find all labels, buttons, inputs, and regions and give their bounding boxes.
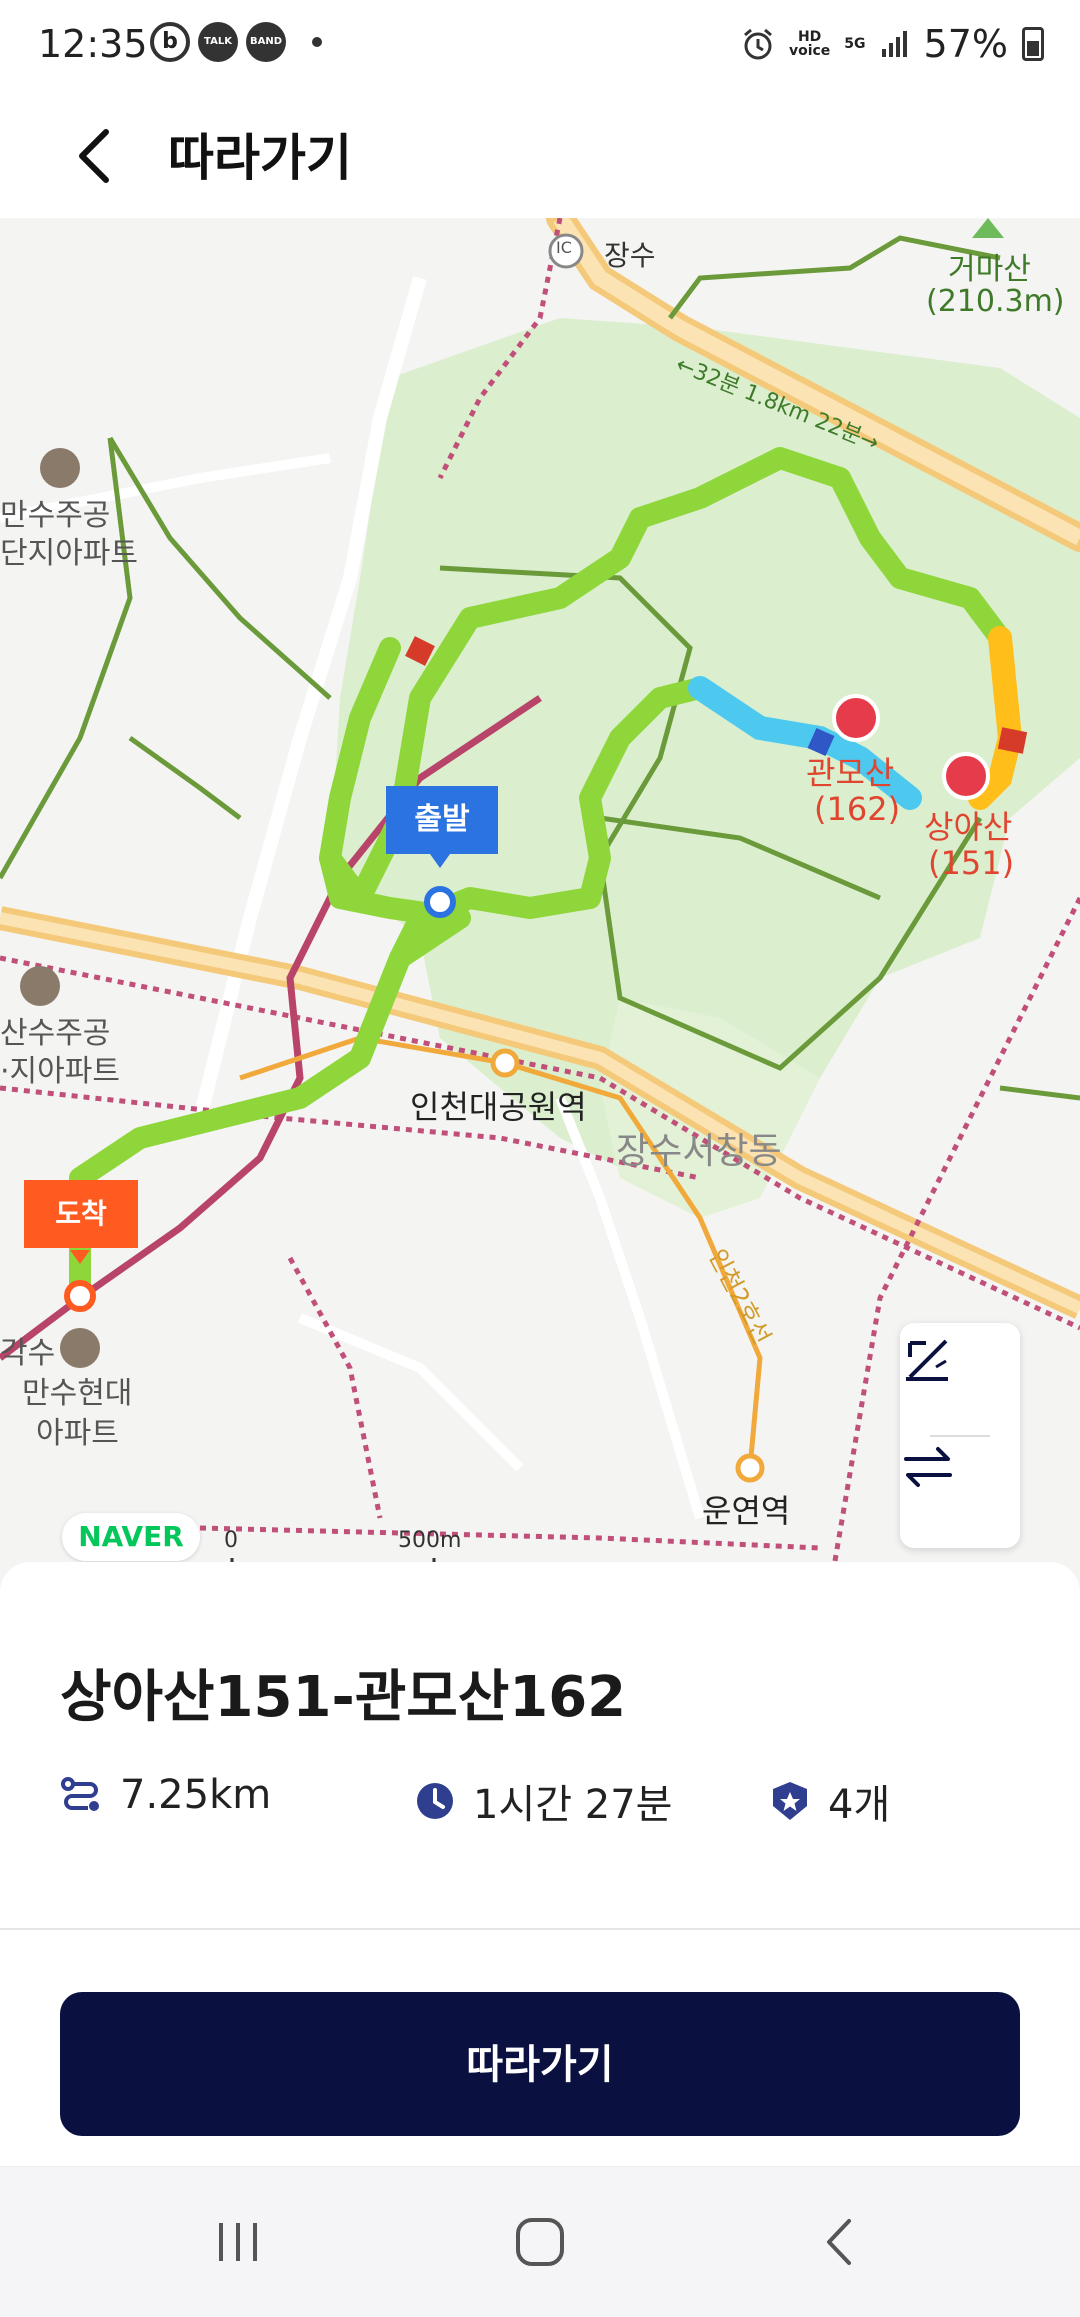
route-map[interactable]: IC 장수 거마산 (210.3m) ←32분 1.8km 22분→ 만수주공 … [0, 218, 1080, 1590]
peaks-stat: 4개 [770, 1772, 890, 1830]
apartment-poi-icon[interactable] [40, 448, 80, 488]
duration-value: 1시간 27분 [473, 1782, 673, 1828]
tool-divider [930, 1435, 990, 1437]
summit-badge-icon [773, 1782, 807, 1820]
scale-zero-label: 0 [224, 1528, 238, 1553]
home-icon [516, 2218, 564, 2266]
more-notifications-dot [312, 37, 322, 47]
status-app-icons: b TALK BAND [150, 22, 322, 62]
home-button[interactable] [440, 2167, 640, 2317]
status-bar: 12:35 b TALK BAND HD voice 5G 57% [0, 0, 1080, 96]
end-point-marker[interactable] [64, 1280, 96, 1312]
distance-value: 7.25km [120, 1772, 272, 1818]
clock-icon [417, 1783, 453, 1819]
peaks-value: 4개 [828, 1782, 891, 1828]
district-label: 장수서창동 [616, 1131, 782, 1172]
band-b-icon: b [150, 22, 190, 62]
chevron-left-icon [79, 129, 109, 183]
gwanmosan-label: 관모산 [806, 754, 895, 792]
status-system-icons: HD voice 5G 57% [741, 22, 1044, 66]
recent-apps-button[interactable] [138, 2167, 338, 2317]
back-button[interactable] [60, 116, 140, 196]
alarm-icon [743, 28, 772, 60]
battery-percent: 57% [923, 22, 1008, 66]
mountain-icon-geomasan [972, 218, 1004, 238]
apartment-poi-icon[interactable] [60, 1328, 100, 1368]
gwanmosan-height-label: (162) [814, 790, 901, 828]
swap-direction-icon [904, 1447, 952, 1487]
section-divider [0, 1928, 1080, 1930]
back-arrow-icon [827, 2219, 851, 2265]
apartment-poi-icon[interactable] [20, 966, 60, 1006]
kakaotalk-icon: TALK [198, 22, 238, 62]
apartment-label: ·지아파트 [0, 1054, 120, 1089]
geomasan-height-label: (210.3m) [926, 284, 1065, 319]
apartment-label: 만수현대 [22, 1376, 133, 1411]
distance-stat: 7.25km [60, 1772, 271, 1818]
apartment-label: 아파트 [36, 1416, 119, 1451]
apartment-label: 각수 [0, 1336, 56, 1371]
map-tool-panel [900, 1323, 1020, 1548]
summit-marker-sangasan[interactable] [942, 752, 990, 800]
band-icon: BAND [246, 22, 286, 62]
follow-button[interactable]: 따라가기 [60, 1992, 1020, 2136]
naver-logo: NAVER [62, 1513, 200, 1561]
course-title: 상아산151-관모산162 [60, 1665, 627, 1730]
system-nav-bar [0, 2166, 1080, 2317]
elevation-icon [906, 1339, 948, 1381]
course-stats: 7.25km 1시간 27분 4개 [60, 1772, 1020, 1832]
duration-stat: 1시간 27분 [415, 1772, 672, 1830]
sangasan-height-label: (151) [928, 844, 1015, 882]
station-label-incheon-grand-park[interactable]: 인천대공원역 [410, 1082, 587, 1128]
start-label: 출발 [386, 786, 498, 854]
apartment-label: 단지아파트 [0, 536, 138, 571]
status-time: 12:35 [38, 22, 148, 66]
route-distance-icon [61, 1777, 99, 1811]
course-info-sheet: 상아산151-관모산162 7.25km 1시간 27분 4개 따라가기 [0, 1562, 1080, 2166]
reverse-direction-button[interactable] [900, 1439, 1020, 1539]
battery-icon [1022, 27, 1044, 61]
summit-marker-gwanmosan[interactable] [832, 694, 880, 742]
sangasan-label: 상아산 [924, 808, 1013, 846]
5g-icon: 5G [844, 36, 866, 52]
elevation-toggle-button[interactable] [900, 1331, 1020, 1431]
start-point-marker[interactable] [424, 886, 456, 918]
app-header: 따라가기 [0, 96, 1080, 218]
ic-label: IC [556, 238, 572, 257]
jangsu-label: 장수 [604, 239, 656, 272]
page-title: 따라가기 [168, 129, 352, 187]
station-label-unyeon[interactable]: 운연역 [702, 1486, 790, 1532]
station-marker-unyeon [735, 1453, 765, 1483]
recent-apps-icon [219, 2223, 257, 2261]
signal-icon [881, 31, 907, 57]
station-marker-incheon-grand-park [490, 1048, 520, 1078]
system-back-button[interactable] [742, 2167, 942, 2317]
scale-500-label: 500m [398, 1528, 462, 1553]
hd-voice-icon: HD voice [788, 29, 831, 59]
geomasan-label: 거마산 [948, 252, 1031, 287]
end-label: 도착 [24, 1180, 138, 1248]
